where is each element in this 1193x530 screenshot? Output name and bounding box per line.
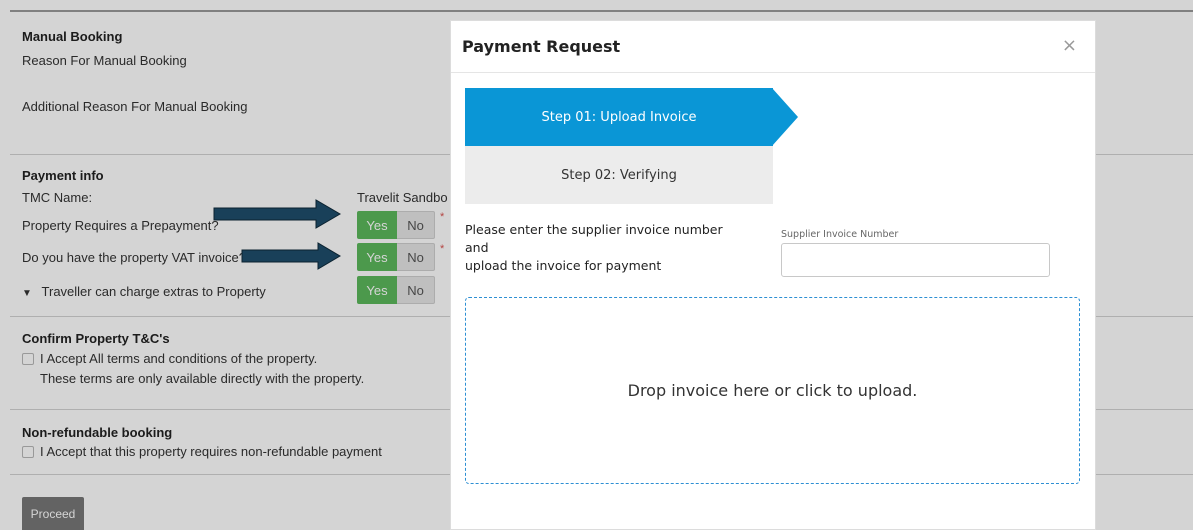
- invoice-dropzone[interactable]: Drop invoice here or click to upload.: [465, 297, 1080, 484]
- step-arrow-icon: [772, 88, 798, 146]
- instruction-line: Please enter the supplier invoice number: [465, 222, 723, 237]
- instruction-line: and: [465, 240, 489, 255]
- step-upload-invoice[interactable]: Step 01: Upload Invoice: [465, 88, 773, 146]
- invoice-number-label: Supplier Invoice Number: [781, 229, 899, 240]
- modal-header: Payment Request ×: [451, 21, 1095, 73]
- modal-title: Payment Request: [462, 37, 621, 56]
- payment-request-modal: Payment Request × Step 01: Upload Invoic…: [450, 20, 1096, 530]
- instruction-line: upload the invoice for payment: [465, 258, 662, 273]
- upload-instructions: Please enter the supplier invoice number…: [465, 221, 723, 275]
- invoice-number-input[interactable]: [781, 243, 1050, 277]
- step-verifying[interactable]: Step 02: Verifying: [465, 146, 773, 204]
- close-icon[interactable]: ×: [1062, 35, 1077, 56]
